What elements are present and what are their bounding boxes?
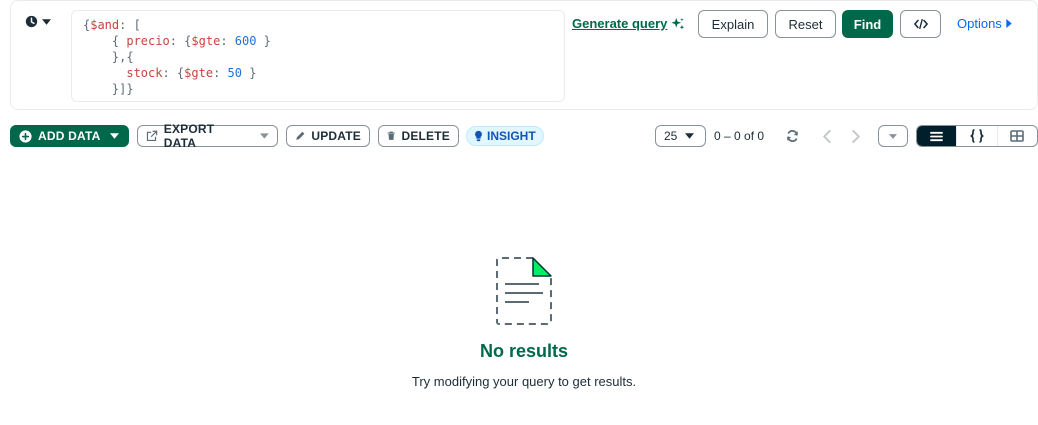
update-label: UPDATE: [311, 129, 361, 143]
find-label: Find: [853, 16, 882, 32]
previous-page-button[interactable]: [820, 128, 834, 144]
query-token: }: [256, 34, 271, 48]
code-icon: [913, 18, 928, 30]
query-line: {$and: [: [83, 17, 564, 33]
next-page-button[interactable]: [849, 128, 863, 144]
chevron-left-icon: [823, 129, 831, 143]
list-view-button[interactable]: [917, 126, 958, 146]
query-token: $gte: [184, 66, 214, 80]
query-token: : {: [162, 66, 185, 80]
query-line: { precio: {$gte: 600 }: [83, 33, 564, 49]
options-label: Options: [957, 16, 1002, 31]
query-history-button[interactable]: [25, 15, 51, 28]
query-token: 600: [234, 34, 257, 48]
query-token: 50: [227, 66, 242, 80]
query-token: [83, 66, 126, 80]
delete-label: DELETE: [401, 129, 450, 143]
query-token: $gte: [191, 34, 221, 48]
trash-icon: [387, 131, 395, 140]
history-icon: [25, 15, 38, 28]
find-button[interactable]: Find: [842, 10, 893, 38]
list-view-icon: [930, 131, 944, 141]
open-code-button[interactable]: [900, 10, 941, 38]
add-data-label: ADD DATA: [38, 129, 101, 143]
caret-down-icon: [110, 133, 120, 139]
explain-button[interactable]: Explain: [698, 10, 768, 38]
page-size-value: 25: [664, 129, 678, 143]
options-toggle[interactable]: Options: [957, 16, 1012, 31]
caret-down-icon: [685, 133, 695, 139]
bulb-icon: [475, 130, 482, 142]
explain-label: Explain: [711, 16, 755, 32]
insight-label: INSIGHT: [487, 129, 536, 143]
query-token: },{: [83, 50, 134, 64]
generate-query-label: Generate query: [572, 16, 668, 31]
empty-document-icon: [495, 256, 553, 331]
query-bar: {$and: [ { precio: {$gte: 600 } },{ stoc…: [10, 0, 1038, 110]
pencil-icon: [296, 131, 305, 140]
query-token: }: [241, 66, 257, 80]
query-token: stock: [126, 66, 163, 80]
export-data-label: EXPORT DATA: [163, 122, 215, 150]
refresh-icon: [786, 130, 798, 142]
table-view-icon: [1010, 130, 1025, 142]
insight-badge[interactable]: INSIGHT: [466, 126, 544, 146]
view-options-dropdown[interactable]: [878, 125, 908, 147]
query-line: }]}: [83, 81, 564, 97]
reset-button[interactable]: Reset: [775, 10, 836, 38]
table-view-button[interactable]: [998, 126, 1037, 146]
delete-button[interactable]: DELETE: [378, 125, 459, 147]
export-data-button[interactable]: EXPORT DATA: [137, 122, 278, 150]
chevron-right-icon: [852, 129, 860, 143]
caret-down-icon: [889, 133, 897, 139]
caret-down-icon: [260, 133, 269, 139]
caret-down-icon: [42, 18, 51, 25]
query-token: $and: [90, 18, 120, 32]
caret-right-icon: [1006, 19, 1012, 28]
generate-query-link[interactable]: Generate query: [572, 16, 685, 31]
query-token: {: [83, 34, 127, 48]
plus-circle-icon: [19, 129, 32, 143]
reset-label: Reset: [788, 16, 823, 32]
json-view-icon: [969, 129, 984, 143]
pagination-range: 0 – 0 of 0: [714, 129, 765, 143]
query-line: stock: {$gte: 50 }: [83, 65, 564, 81]
query-token: }]}: [83, 82, 134, 96]
page-size-select[interactable]: 25: [655, 125, 706, 147]
empty-state-subtitle: Try modifying your query to get results.: [411, 374, 637, 389]
query-token: :: [220, 34, 235, 48]
query-token: : {: [169, 34, 192, 48]
export-icon: [146, 130, 158, 141]
sparkle-icon: [671, 17, 685, 30]
json-view-button[interactable]: [957, 126, 998, 146]
query-token: :: [213, 66, 228, 80]
update-button[interactable]: UPDATE: [286, 125, 370, 147]
refresh-button[interactable]: [783, 128, 801, 144]
query-filter-editor[interactable]: {$and: [ { precio: {$gte: 600 } },{ stoc…: [71, 10, 565, 102]
empty-state-title: No results: [479, 341, 569, 361]
add-data-button[interactable]: ADD DATA: [10, 125, 129, 147]
query-token: precio: [126, 34, 170, 48]
query-token: : [: [119, 18, 141, 32]
view-switcher: [916, 125, 1038, 147]
query-line: },{: [83, 49, 564, 65]
